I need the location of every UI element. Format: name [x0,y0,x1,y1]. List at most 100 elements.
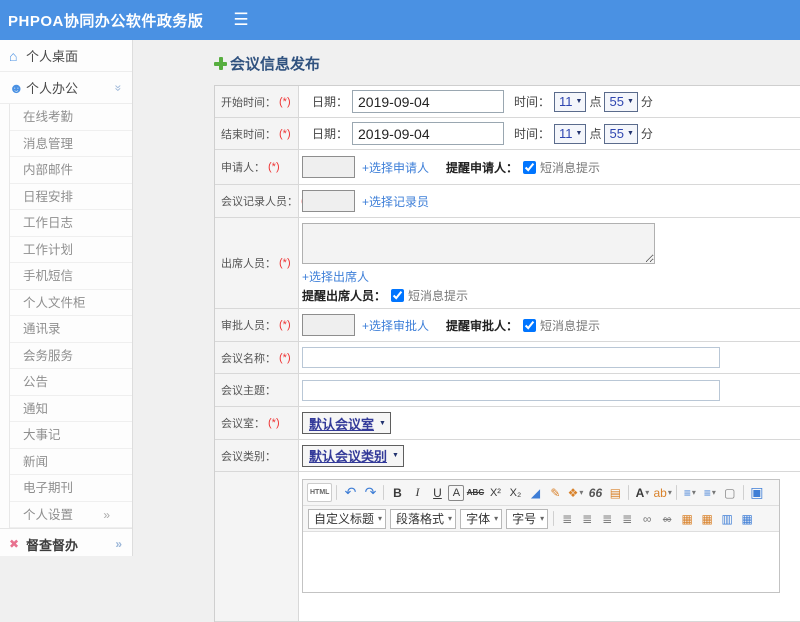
sidebar-item-online-attendance[interactable]: 在线考勤 [10,104,132,131]
underline-icon[interactable]: U [428,483,446,502]
brush-icon[interactable]: ✎ [546,483,564,502]
meeting-room-select[interactable]: 默认会议室 ▼ [302,412,391,434]
sms-remind-label: 短消息提示 [540,160,601,175]
font-border-icon[interactable]: A [448,484,465,501]
undo-icon[interactable]: ↶ [341,483,359,502]
sidebar-item-news[interactable]: 新闻 [10,449,132,475]
remind-applicant-label: 提醒申请人： [446,160,519,175]
subscript-icon[interactable]: X₂ [506,483,524,502]
sms-remind-checkbox[interactable] [391,289,405,302]
html-source-icon[interactable]: HTML [307,483,333,502]
superscript-icon[interactable]: X² [486,483,504,502]
sidebar-item-personal-file-cabinet[interactable]: 个人文件柜 [10,290,132,316]
chevron-right-icon: » [115,537,122,551]
pick-applicant-link[interactable]: +选择申请人 [362,159,429,176]
highlight-color-icon[interactable]: ab [653,483,671,502]
meeting-name-input[interactable] [302,347,720,368]
required-mark: (*) [279,127,291,140]
form-row-meeting-room: 会议室： (*) 默认会议室 ▼ [215,407,800,440]
font-size-select[interactable]: 字号 ▾ [506,508,549,529]
align-justify-icon[interactable]: ≣ [618,509,636,528]
form-row-attendees: 出席人员： (*) +选择出席人 提醒出席人员： 短消息提示 [215,218,800,309]
separator[interactable] [628,485,630,500]
unlink-icon[interactable]: ∞ [658,509,676,528]
sidebar-item-contacts[interactable]: 通讯录 [10,316,132,343]
sidebar-item-schedule[interactable]: 日程安排 [10,184,132,210]
font-color-icon[interactable]: A [633,483,651,502]
sidebar-item-personal-settings[interactable]: 个人设置 » [10,502,132,528]
hamburger-menu-icon[interactable]: ☰ [233,10,248,30]
sidebar-item-message-management[interactable]: 消息管理 [10,131,132,157]
end-hour-select[interactable]: 11 ▼ [554,123,587,144]
sms-remind-checkbox[interactable] [523,318,537,332]
crossed-arrows-icon: ✖ [9,537,20,551]
paragraph-format-select[interactable]: 段落格式 ▾ [390,508,457,529]
sidebar-item-e-journal[interactable]: 电子期刊 [10,475,132,502]
sidebar-item-meeting-services[interactable]: 会务服务 [10,343,132,369]
editor-content-area[interactable] [303,532,779,592]
sidebar-item-supervision[interactable]: ✖ 督查督办 » [0,528,132,556]
redo-icon[interactable]: ↷ [361,483,379,502]
start-hour-select[interactable]: 11 ▼ [554,91,587,112]
paste-icon[interactable]: ▤ [606,483,624,502]
required-mark: (*) [279,95,291,108]
sms-remind-checkbox[interactable] [523,160,537,174]
sidebar-item-work-plan[interactable]: 工作计划 [10,237,132,263]
italic-icon[interactable]: I [408,483,426,502]
sidebar-item-internal-mail[interactable]: 内部邮件 [10,157,132,184]
field-label: 会议类别： [221,450,276,463]
meeting-category-select[interactable]: 默认会议类别 ▼ [302,444,404,467]
palette-icon[interactable]: ❖ [566,483,584,502]
sidebar-item-notice[interactable]: 通知 [10,396,132,422]
sidebar-item-work-log[interactable]: 工作日志 [10,210,132,237]
separator[interactable] [336,485,338,500]
ordered-list-icon[interactable]: ≡ [681,483,699,502]
page-title-text: 会议信息发布 [230,55,321,73]
eraser-icon[interactable]: ◢ [526,483,544,502]
start-minute-select[interactable]: 55 ▼ [604,91,638,112]
table-icon[interactable]: ▦ [738,509,756,528]
unordered-list-icon[interactable]: ≡ [701,483,719,502]
blockquote-icon[interactable]: 66 [586,483,604,502]
align-right-icon[interactable]: ≣ [598,509,616,528]
field-label: 会议名称： [221,352,276,365]
pick-recorder-link[interactable]: +选择记录员 [362,193,429,210]
start-date-input[interactable] [352,90,505,113]
home-icon: ⌂ [9,47,18,64]
time-label: 时间： [514,95,551,109]
applicant-input[interactable] [302,156,355,178]
editor-toolbar-row2: 自定义标题 ▾ 段落格式 ▾ 字体 ▾ 字号 ▾ ≣ ≣ ≣ ≣ ∞ ∞ ▦ ▦… [303,506,779,532]
recorder-input[interactable] [302,190,355,212]
approver-input[interactable] [302,314,355,336]
align-center-icon[interactable]: ≣ [578,509,596,528]
end-minute-select[interactable]: 55 ▼ [604,123,638,144]
pick-approver-link[interactable]: +选择审批人 [362,317,429,334]
fullscreen-icon[interactable]: ▣ [748,483,766,502]
separator[interactable] [383,485,385,500]
sidebar-item-personal-office[interactable]: ☻ 个人办公 » [0,72,132,104]
link-icon[interactable]: ∞ [638,509,656,528]
end-date-input[interactable] [352,122,505,145]
font-family-select[interactable]: 字体 ▾ [460,508,503,529]
sidebar-item-major-events[interactable]: 大事记 [10,422,132,449]
separator[interactable] [675,485,677,500]
pick-attendees-link[interactable]: +选择出席人 [302,268,369,285]
meeting-topic-input[interactable] [302,379,720,401]
strikethrough-icon[interactable]: ABC [466,483,484,502]
image-icon[interactable]: ▦ [678,509,696,528]
insert-image-icon[interactable]: ▦ [698,509,716,528]
field-label: 结束时间： [221,128,276,141]
page-layout-icon[interactable]: ▥ [718,509,736,528]
sidebar-item-announcement[interactable]: 公告 [10,369,132,396]
separator[interactable] [742,485,744,500]
custom-heading-select[interactable]: 自定义标题 ▾ [308,508,387,529]
user-icon: ☻ [9,79,24,96]
new-document-icon[interactable]: ▢ [721,483,739,502]
attendees-textarea[interactable] [302,223,655,264]
sidebar-item-personal-desktop[interactable]: ⌂ 个人桌面 [0,40,132,72]
sidebar-item-mobile-sms[interactable]: 手机短信 [10,263,132,290]
bold-icon[interactable]: B [388,483,406,502]
align-left-icon[interactable]: ≣ [558,509,576,528]
dropdown-arrow-icon: ▾ [378,514,383,523]
field-label: 会议室： [221,418,265,430]
